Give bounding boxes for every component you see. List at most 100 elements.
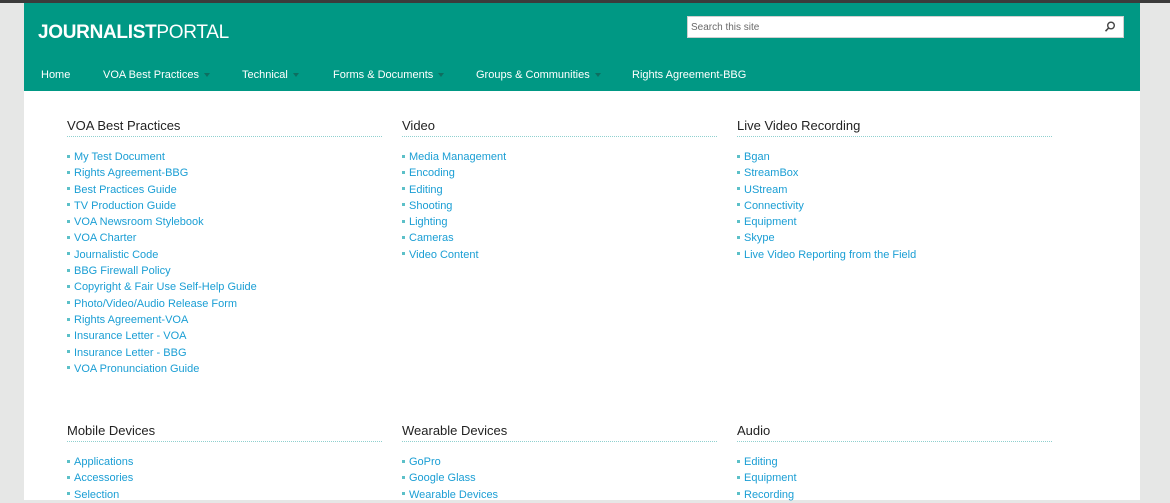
link-list: My Test Document Rights Agreement-BBG Best… <box>67 149 382 377</box>
bullet-icon <box>402 154 405 158</box>
search-icon[interactable] <box>1103 20 1117 34</box>
link-label: Wearable Devices <box>409 488 499 501</box>
section-live-video-recording: Live Video Recording Bgan StreamBox UStrea… <box>737 118 1052 263</box>
list-item-link[interactable]: Lighting <box>402 214 717 230</box>
list-item-link[interactable]: Selection <box>67 487 382 503</box>
link-label: Bgan <box>744 151 770 163</box>
bullet-icon <box>737 252 740 256</box>
link-list: Bgan StreamBox UStream Connectivity Equipmen… <box>737 149 1052 263</box>
nav-item-groups-communities[interactable]: Groups & Communities <box>476 69 601 81</box>
link-list: Applications Accessories Selection <box>67 454 382 503</box>
list-item-link[interactable]: Equipment <box>737 470 1052 486</box>
list-item-link[interactable]: StreamBox <box>737 165 1052 181</box>
search-input[interactable] <box>691 20 1091 34</box>
list-item-link[interactable]: VOA Charter <box>67 230 382 246</box>
main-content: VOA Best Practices My Test Document Right… <box>24 91 1140 503</box>
list-item-link[interactable]: Wearable Devices <box>402 487 717 503</box>
list-item-link[interactable]: Connectivity <box>737 198 1052 214</box>
list-item-link[interactable]: Insurance Letter - BBG <box>67 345 382 361</box>
list-item-link[interactable]: Editing <box>402 182 717 198</box>
list-item-link[interactable]: Rights Agreement-VOA <box>67 312 382 328</box>
bullet-icon <box>402 219 405 223</box>
list-item-link[interactable]: TV Production Guide <box>67 198 382 214</box>
section-mobile-devices: Mobile Devices Applications Accessories Se… <box>67 423 382 503</box>
nav-item-rights-agreement-bbg[interactable]: Rights Agreement-BBG <box>632 69 746 81</box>
page-scrollbar[interactable] <box>1155 91 1170 500</box>
link-list: Media Management Encoding Editing Shooting L… <box>402 149 717 263</box>
link-label: Equipment <box>744 472 797 485</box>
section-title: Live Video Recording <box>737 118 1052 137</box>
list-item-link[interactable]: Rights Agreement-BBG <box>67 165 382 181</box>
list-item-link[interactable]: Copyright & Fair Use Self-Help Guide <box>67 279 382 295</box>
list-item-link[interactable]: Editing <box>737 454 1052 470</box>
nav-label: Forms & Documents <box>333 69 434 81</box>
bullet-icon <box>737 475 740 479</box>
list-item-link[interactable]: Google Glass <box>402 470 717 486</box>
link-label: Insurance Letter - VOA <box>74 330 187 343</box>
list-item-link[interactable]: Live Video Reporting from the Field <box>737 247 1052 263</box>
link-label: My Test Document <box>74 151 165 163</box>
link-label: Lighting <box>409 216 448 229</box>
section-voa-best-practices: VOA Best Practices My Test Document Right… <box>67 118 382 377</box>
link-label: Editing <box>409 183 443 196</box>
bullet-icon <box>67 301 70 305</box>
list-item-link[interactable]: Recording <box>737 487 1052 503</box>
link-label: Insurance Letter - BBG <box>74 346 187 359</box>
list-item-link[interactable]: My Test Document <box>67 149 382 165</box>
bullet-icon <box>737 187 740 191</box>
nav-item-technical[interactable]: Technical <box>242 69 299 81</box>
chevron-down-icon <box>438 73 445 77</box>
bullet-icon <box>67 170 70 174</box>
list-item-link[interactable]: GoPro <box>402 454 717 470</box>
list-item-link[interactable]: Media Management <box>402 149 717 165</box>
chevron-down-icon <box>292 73 299 77</box>
list-item-link[interactable]: Skype <box>737 230 1052 246</box>
bullet-icon <box>67 252 70 256</box>
chevron-down-icon <box>203 73 210 77</box>
list-item-link[interactable]: Equipment <box>737 214 1052 230</box>
bullet-icon <box>737 459 740 463</box>
bullet-icon <box>737 236 740 240</box>
link-list: Editing Equipment Recording <box>737 454 1052 503</box>
list-item-link[interactable]: Video Content <box>402 247 717 263</box>
list-item-link[interactable]: Shooting <box>402 198 717 214</box>
nav-item-forms-documents[interactable]: Forms & Documents <box>333 69 445 81</box>
bullet-icon <box>67 366 70 370</box>
link-label: VOA Newsroom Stylebook <box>74 216 204 229</box>
bullet-icon <box>402 236 405 240</box>
link-label: Accessories <box>74 472 134 485</box>
logo-bold-text: JOURNALIST <box>38 22 157 43</box>
link-label: Connectivity <box>744 199 804 212</box>
list-item-link[interactable]: Photo/Video/Audio Release Form <box>67 296 382 312</box>
list-item-link[interactable]: UStream <box>737 182 1052 198</box>
bullet-icon <box>737 203 740 207</box>
bullet-icon <box>402 252 405 256</box>
list-item-link[interactable]: Applications <box>67 454 382 470</box>
list-item-link[interactable]: Cameras <box>402 230 717 246</box>
link-label: UStream <box>744 183 788 196</box>
link-label: Media Management <box>409 151 507 163</box>
list-item-link[interactable]: BBG Firewall Policy <box>67 263 382 279</box>
list-item-link[interactable]: Journalistic Code <box>67 247 382 263</box>
link-label: Editing <box>744 456 778 468</box>
list-item-link[interactable]: Accessories <box>67 470 382 486</box>
list-item-link[interactable]: Bgan <box>737 149 1052 165</box>
list-item-link[interactable]: Encoding <box>402 165 717 181</box>
link-label: Rights Agreement-BBG <box>74 167 189 180</box>
nav-item-home[interactable]: Home <box>41 69 70 81</box>
bullet-icon <box>67 333 70 337</box>
nav-label: Home <box>41 69 71 81</box>
list-item-link[interactable]: VOA Newsroom Stylebook <box>67 214 382 230</box>
list-item-link[interactable]: VOA Pronunciation Guide <box>67 361 382 377</box>
site-header: JOURNALISTPORTAL Home VOA Best Practices… <box>24 3 1140 91</box>
link-label: Live Video Reporting from the Field <box>744 248 917 261</box>
nav-label: Rights Agreement-BBG <box>632 69 747 81</box>
link-label: Google Glass <box>409 472 476 485</box>
bullet-icon <box>67 219 70 223</box>
list-item-link[interactable]: Insurance Letter - VOA <box>67 328 382 344</box>
list-item-link[interactable]: Best Practices Guide <box>67 182 382 198</box>
nav-item-voa-best-practices[interactable]: VOA Best Practices <box>103 69 210 81</box>
link-label: Shooting <box>409 199 453 212</box>
site-logo[interactable]: JOURNALISTPORTAL <box>38 22 229 44</box>
bullet-icon <box>737 219 740 223</box>
